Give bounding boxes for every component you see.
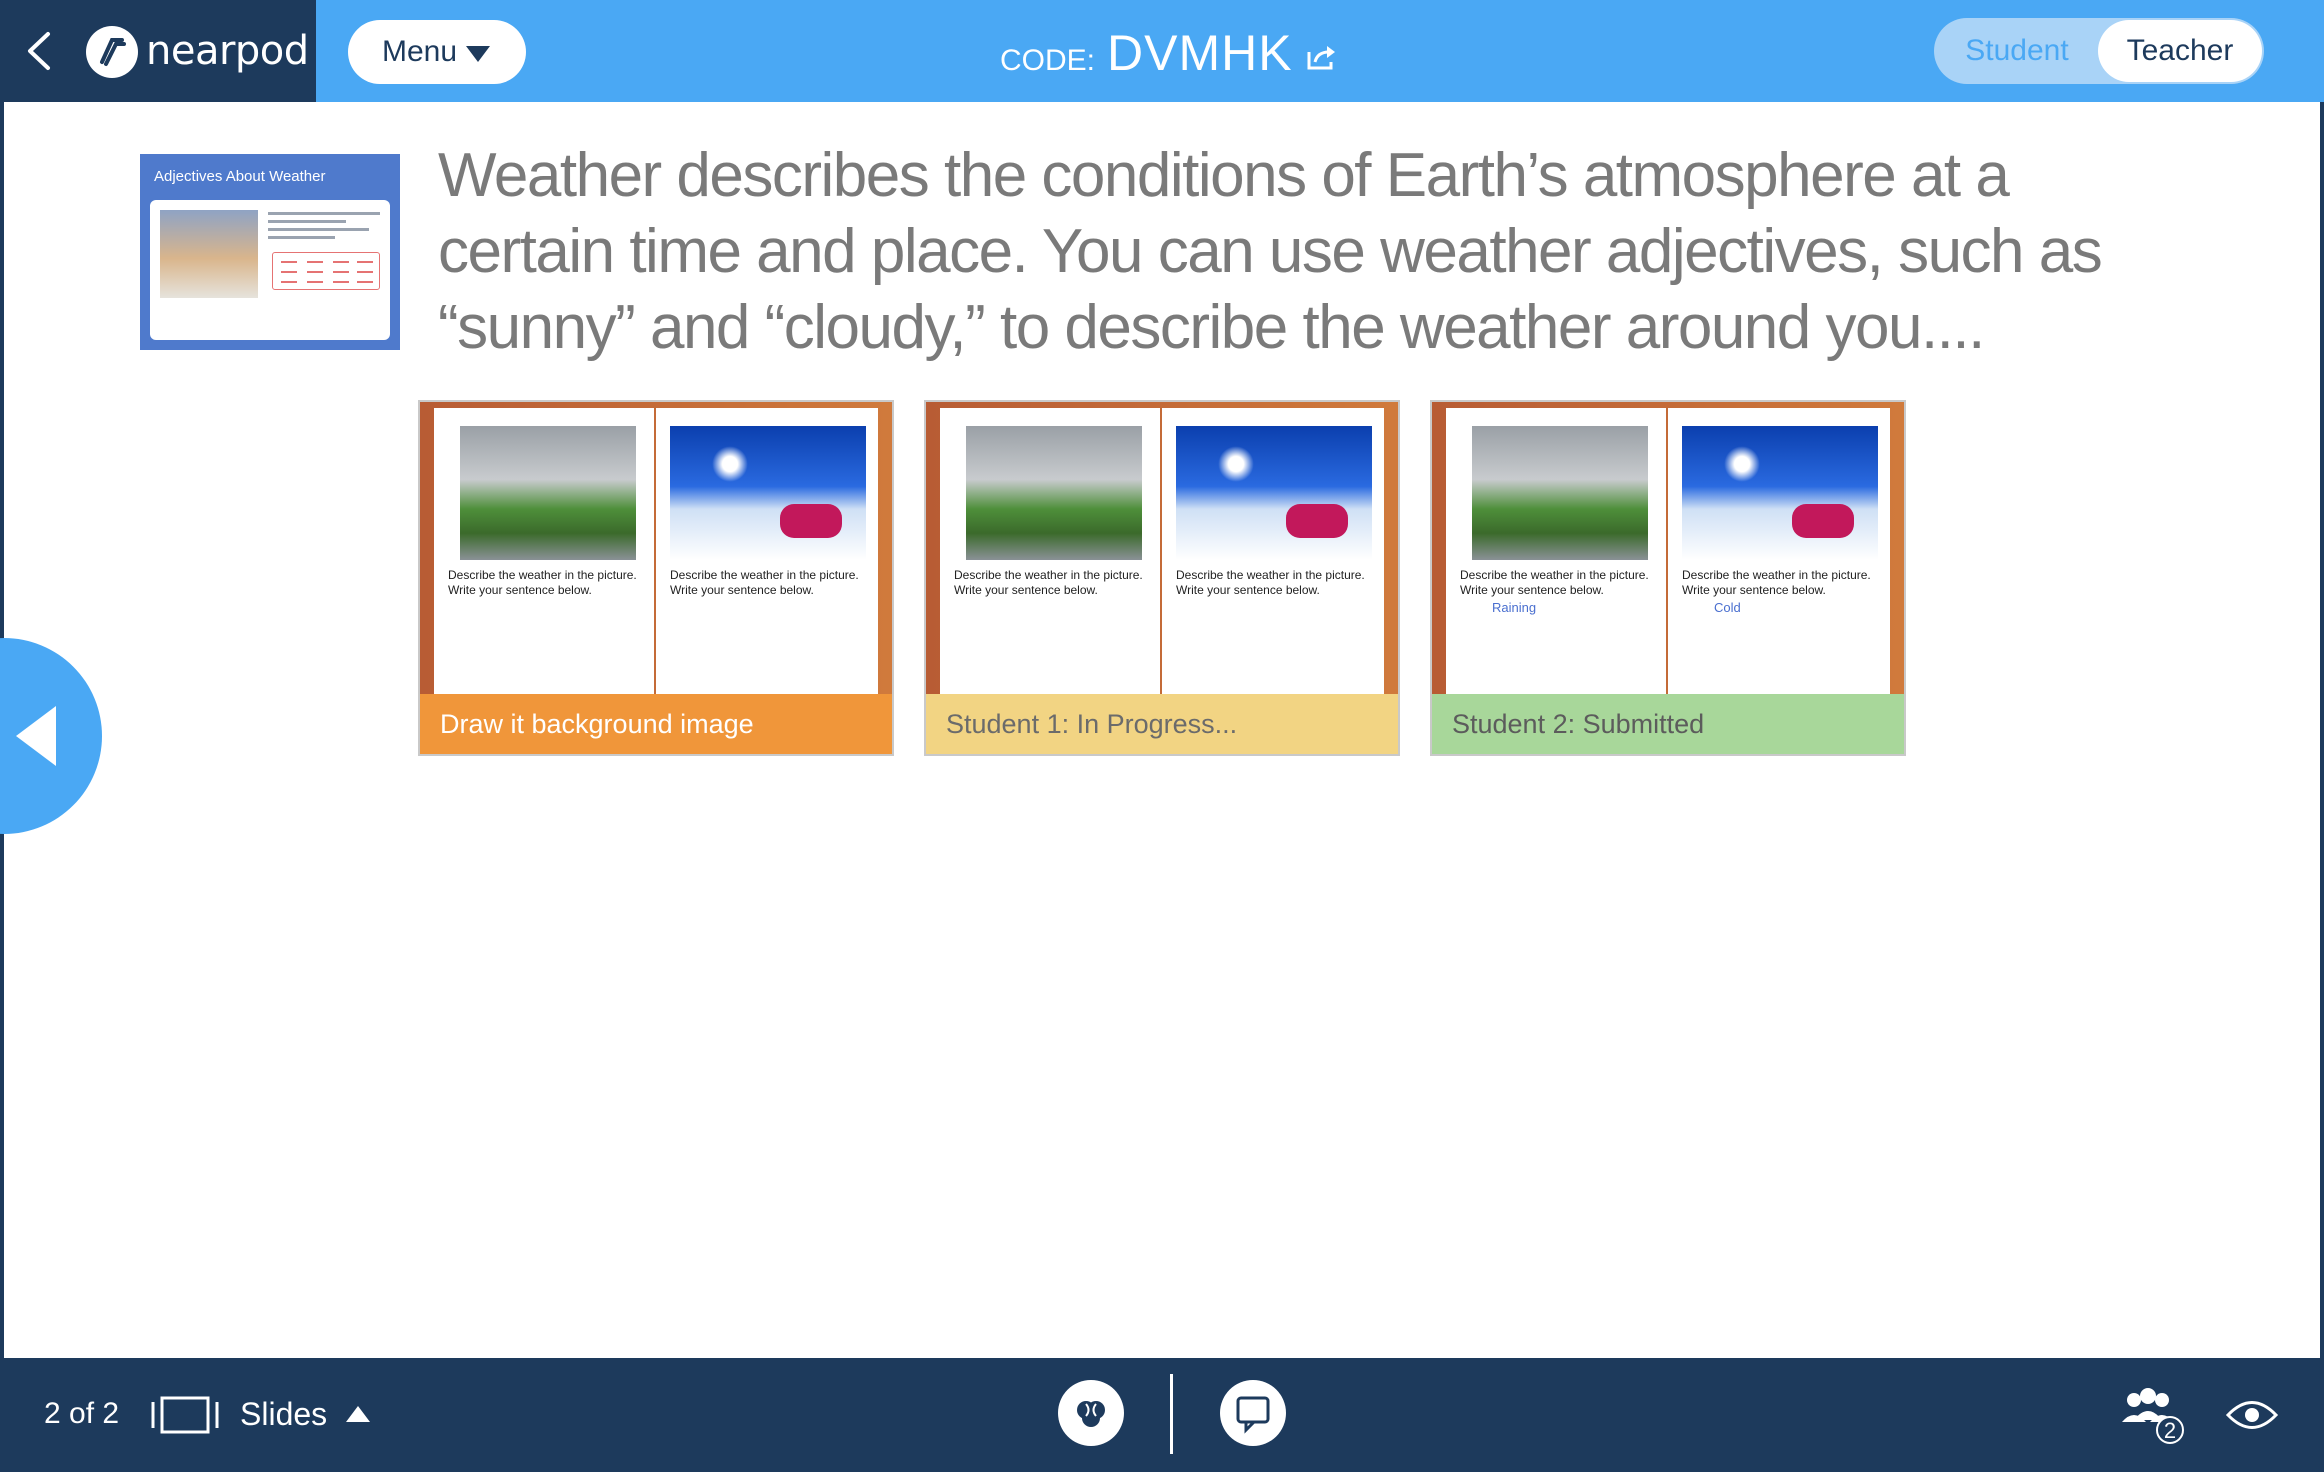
eye-icon[interactable]: [2226, 1398, 2278, 1432]
card-page-right: Describe the weather in the picture. Wri…: [1668, 408, 1890, 694]
chat-icon: [1236, 1396, 1270, 1434]
card-label: Student 2: Submitted: [1432, 694, 1904, 754]
storm-photo: [1472, 426, 1648, 560]
chat-button[interactable]: [1220, 1380, 1286, 1446]
participants-count: 2: [2164, 1418, 2176, 1443]
slide-headline: Weather describes the conditions of Eart…: [438, 141, 2103, 362]
card-page-right: Describe the weather in the picture. Wri…: [656, 408, 878, 694]
top-bar: nearpod Menu CODE: DVMHK Student Teacher: [0, 0, 2324, 102]
mode-toggle: Student Teacher: [1934, 18, 2264, 84]
previous-slide-icon: [16, 706, 56, 766]
slides-icon[interactable]: [150, 1396, 220, 1434]
card-page-left: Describe the weather in the picture. Wri…: [940, 408, 1160, 694]
response-card[interactable]: Describe the weather in the picture. Wri…: [1430, 400, 1906, 756]
student-mode-button[interactable]: Student: [1934, 18, 2100, 84]
chevron-up-icon[interactable]: [346, 1406, 370, 1422]
code-label: CODE:: [1000, 44, 1096, 77]
student-answer: Raining: [1492, 600, 1537, 615]
thumbnail-photo: [160, 210, 258, 298]
brain-button[interactable]: [1058, 1380, 1124, 1446]
card-prompt: Describe the weather in the picture. Wri…: [954, 568, 1143, 597]
session-code: CODE: DVMHK: [1000, 24, 1337, 84]
thumbnail-text-lines: [268, 212, 380, 244]
card-background: Describe the weather in the picture. Wri…: [420, 402, 892, 694]
card-page-left: Describe the weather in the picture. Wri…: [434, 408, 654, 694]
code-value: DVMHK: [1107, 25, 1293, 81]
thumbnail-title: Adjectives About Weather: [154, 168, 326, 185]
chevron-down-icon: [466, 46, 490, 62]
slide-thumbnail[interactable]: Adjectives About Weather: [140, 154, 400, 350]
slides-button[interactable]: Slides: [240, 1394, 327, 1434]
back-button[interactable]: [20, 26, 60, 76]
card-prompt: Describe the weather in the picture. Wri…: [448, 568, 637, 597]
response-card[interactable]: Describe the weather in the picture. Wri…: [924, 400, 1400, 756]
card-page-right: Describe the weather in the picture. Wri…: [1162, 408, 1384, 694]
participants-icon: 2: [2122, 1388, 2184, 1444]
divider: [1170, 1374, 1173, 1454]
back-icon: [28, 32, 50, 70]
page-count: 2 of 2: [44, 1397, 120, 1430]
card-label: Draw it background image: [420, 694, 892, 754]
snow-photo: [1176, 426, 1372, 560]
card-prompt: Describe the weather in the picture. Wri…: [1682, 568, 1871, 597]
bottom-bar: 2 of 2 Slides 2: [0, 1358, 2324, 1472]
storm-photo: [460, 426, 636, 560]
brain-icon: [1077, 1401, 1105, 1427]
card-label: Student 1: In Progress...: [926, 694, 1398, 754]
card-prompt: Describe the weather in the picture. Wri…: [1460, 568, 1649, 597]
card-prompt: Describe the weather in the picture. Wri…: [1176, 568, 1365, 597]
snow-photo: [670, 426, 866, 560]
previous-slide-button[interactable]: [0, 638, 102, 834]
thumbnail-word-box: [272, 252, 380, 290]
student-answer: Cold: [1714, 600, 1741, 615]
thumbnail-card: [150, 200, 390, 340]
main-content: Adjectives About Weather Weather describ…: [0, 102, 2324, 1358]
card-background: Describe the weather in the picture. Wri…: [1432, 402, 1904, 694]
storm-photo: [966, 426, 1142, 560]
brand-area: nearpod: [0, 0, 316, 102]
response-card[interactable]: Describe the weather in the picture. Wri…: [418, 400, 894, 756]
snow-photo: [1682, 426, 1878, 560]
menu-button[interactable]: Menu: [348, 20, 526, 84]
share-icon[interactable]: [1305, 42, 1337, 72]
teacher-mode-button[interactable]: Teacher: [2098, 20, 2262, 82]
nearpod-logo-icon: [86, 26, 138, 78]
participants-button[interactable]: 2: [2118, 1386, 2190, 1446]
card-page-left: Describe the weather in the picture. Wri…: [1446, 408, 1666, 694]
card-prompt: Describe the weather in the picture. Wri…: [670, 568, 859, 597]
menu-label: Menu: [382, 35, 458, 68]
card-background: Describe the weather in the picture. Wri…: [926, 402, 1398, 694]
nearpod-logo-text: nearpod: [146, 28, 309, 74]
